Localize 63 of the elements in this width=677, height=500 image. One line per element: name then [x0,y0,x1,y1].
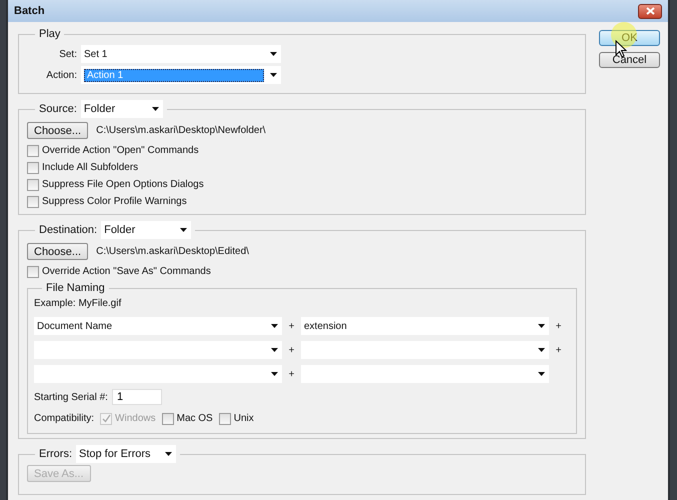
group-title: File Naming [46,282,105,294]
naming-value: extension [304,320,347,332]
errors-dropdown[interactable]: Stop for Errors [76,445,176,463]
set-value: Set 1 [84,48,108,60]
checkbox-label: Include All Subfolders [42,162,138,173]
window-title: Batch [14,5,45,17]
destination-dropdown[interactable]: Folder [101,221,192,239]
close-icon [646,7,654,15]
example-text: Example: MyFile.gif [34,298,122,309]
serial-label: Starting Serial #: [34,392,108,402]
caret-icon [271,324,278,328]
set-label: Set: [58,48,77,60]
plus-sign: + [554,320,562,332]
source-dropdown[interactable]: Folder [80,100,163,118]
checkbox-label: Unix [234,413,254,424]
choose-button[interactable]: Choose... [27,122,88,139]
source-label: Source: [39,103,77,115]
checkbox[interactable] [27,178,39,190]
plus-sign: + [554,344,562,356]
checkbox[interactable] [27,196,39,208]
folder-path: C:\Users\m.askari\Desktop\Newfolder\ [96,125,266,136]
compatibility-label: Compatibility: [34,413,94,424]
serial-field[interactable]: 1 [112,389,162,405]
checkbox[interactable] [27,144,39,156]
naming-dropdown[interactable]: extension [301,317,549,335]
plus-sign: + [288,344,296,356]
group-title: Play [39,28,60,40]
choose-button[interactable]: Choose... [27,243,88,260]
set-dropdown[interactable]: Set 1 [81,45,281,63]
caret-icon [538,348,545,352]
naming-value: Document Name [37,320,112,332]
caret-icon [270,52,277,56]
errors-value: Stop for Errors [79,448,151,460]
plus-sign: + [288,368,296,380]
caret-icon [538,324,545,328]
close-button[interactable] [638,4,662,18]
action-label: Action: [45,70,77,80]
checkbox[interactable] [162,412,174,424]
caret-icon [538,372,545,376]
destination-value: Folder [104,224,136,236]
folder-path: C:\Users\m.askari\Desktop\Edited\ [96,246,249,257]
checkbox-label: Windows [115,413,156,424]
cancel-button[interactable]: Cancel [599,52,660,68]
caret-icon [180,228,188,232]
plus-sign: + [288,320,296,332]
checkbox-label: Mac OS [176,413,213,424]
errors-label: Errors: [39,448,72,460]
caret-icon [165,452,172,456]
caret-icon [270,73,277,77]
checkbox-label: Suppress Color Profile Warnings [42,196,187,207]
caret-icon [271,372,278,376]
checkbox-label: Override Action "Open" Commands [42,145,199,156]
checkbox[interactable] [27,266,39,278]
destination-label: Destination: [39,224,98,236]
caret-icon [271,348,278,352]
source-value: Folder [84,103,116,115]
checkbox-label: Suppress File Open Options Dialogs [42,179,204,190]
caret-icon [152,107,159,111]
checkbox-label: Override Action "Save As" Commands [42,266,211,277]
action-value: Action 1 [84,68,264,82]
checkbox[interactable] [218,412,231,424]
checkbox[interactable] [27,162,39,174]
naming-dropdown[interactable]: Document Name [34,317,282,335]
